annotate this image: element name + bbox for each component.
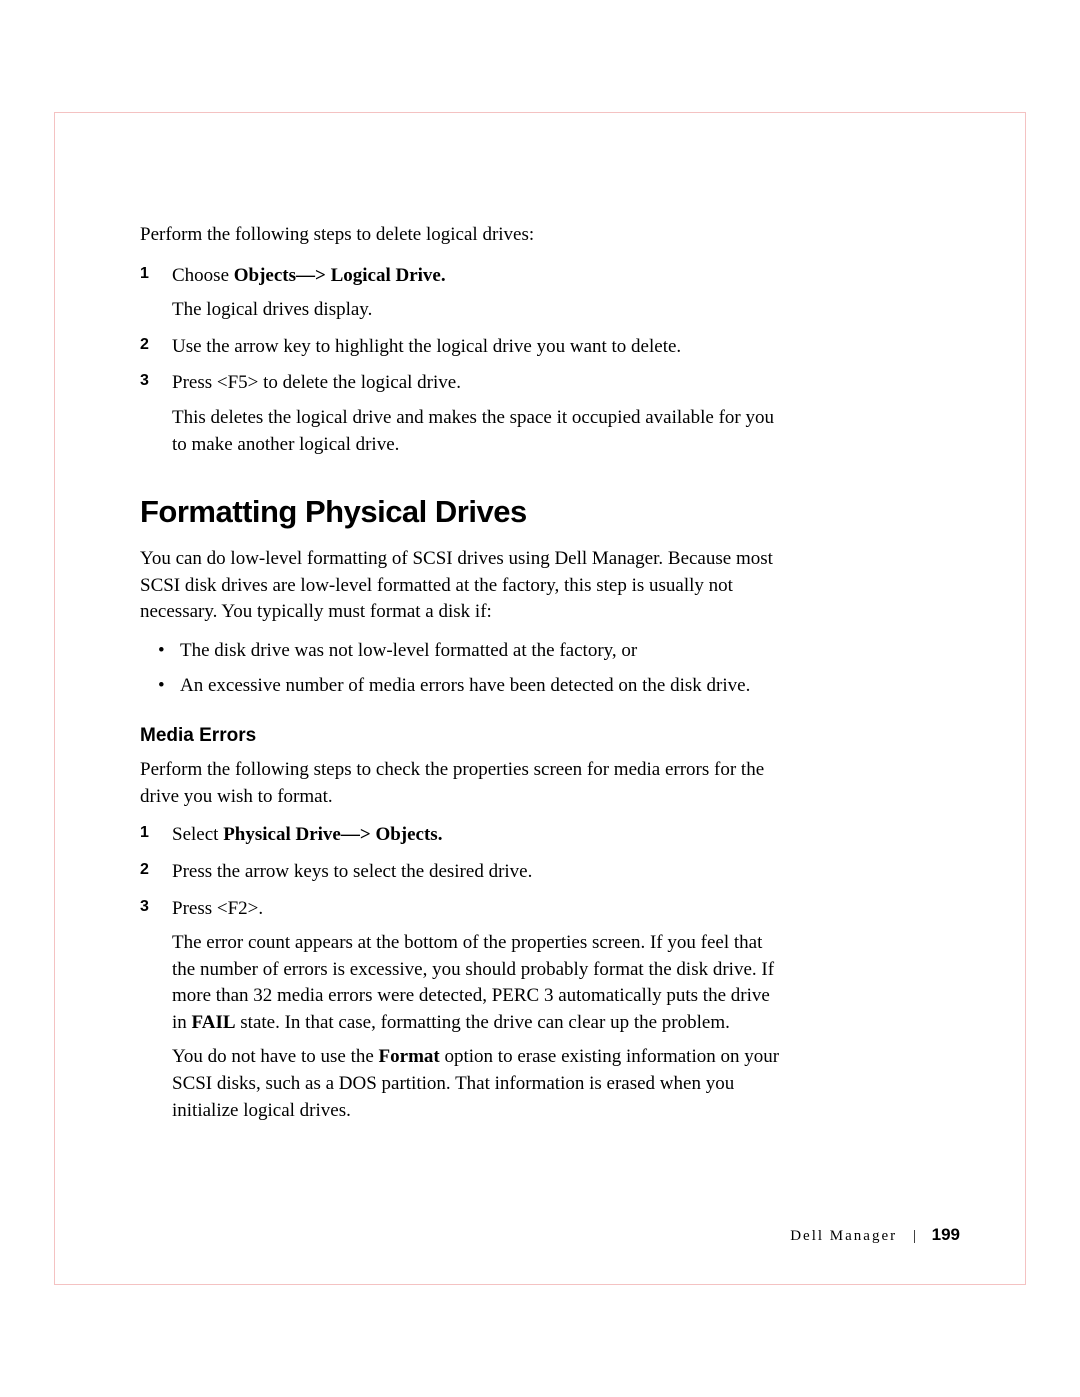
step-text: Choose Objects—> Logical Drive.	[172, 263, 780, 290]
heading-formatting-drives: Formatting Physical Drives	[140, 494, 780, 530]
text-run: state. In that case, formatting the driv…	[236, 1012, 730, 1033]
step-text: Press the arrow keys to select the desir…	[172, 859, 780, 886]
bullet-text: An excessive number of media errors have…	[180, 675, 750, 696]
heading-media-errors: Media Errors	[140, 725, 780, 747]
step-text: Use the arrow key to highlight the logic…	[172, 334, 780, 361]
bold-run: Objects—> Logical Drive.	[234, 265, 446, 286]
step-subtext: The error count appears at the bottom of…	[172, 930, 780, 1036]
step-subtext: This deletes the logical drive and makes…	[172, 405, 780, 458]
step-subtext: You do not have to use the Format option…	[172, 1044, 780, 1124]
footer-separator: |	[913, 1228, 916, 1244]
step-number: 3	[140, 898, 149, 916]
page-content: Perform the following steps to delete lo…	[140, 222, 780, 1134]
list-item: • An excessive number of media errors ha…	[180, 673, 780, 700]
body-paragraph: Perform the following steps to check the…	[140, 757, 780, 810]
bullet-icon: •	[158, 638, 165, 665]
list-item: 1 Select Physical Drive—> Objects.	[172, 822, 780, 849]
page-footer: Dell Manager | 199	[790, 1225, 960, 1245]
step-number: 2	[140, 861, 149, 879]
step-text: Press <F2>.	[172, 896, 780, 923]
footer-page-number: 199	[932, 1225, 960, 1244]
text-run: You do not have to use the	[172, 1046, 379, 1067]
bold-run: FAIL	[192, 1012, 236, 1033]
list-item: 3 Press <F5> to delete the logical drive…	[172, 370, 780, 458]
list-item: 3 Press <F2>. The error count appears at…	[172, 896, 780, 1125]
body-paragraph: You can do low-level formatting of SCSI …	[140, 546, 780, 626]
list-item: 2 Press the arrow keys to select the des…	[172, 859, 780, 886]
media-error-steps-list: 1 Select Physical Drive—> Objects. 2 Pre…	[140, 822, 780, 1124]
step-subtext: The logical drives display.	[172, 297, 780, 324]
list-item: 2 Use the arrow key to highlight the log…	[172, 334, 780, 361]
step-number: 3	[140, 372, 149, 390]
bullet-text: The disk drive was not low-level formatt…	[180, 640, 637, 661]
bullet-icon: •	[158, 673, 165, 700]
list-item: • The disk drive was not low-level forma…	[180, 638, 780, 665]
list-item: 1 Choose Objects—> Logical Drive. The lo…	[172, 263, 780, 324]
step-number: 2	[140, 336, 149, 354]
text-run: Select	[172, 824, 223, 845]
step-number: 1	[140, 265, 149, 283]
bold-run: Format	[379, 1046, 440, 1067]
bold-run: Physical Drive—> Objects.	[223, 824, 442, 845]
text-run: Choose	[172, 265, 234, 286]
step-number: 1	[140, 824, 149, 842]
step-text: Select Physical Drive—> Objects.	[172, 822, 780, 849]
intro-paragraph: Perform the following steps to delete lo…	[140, 222, 780, 249]
footer-section: Dell Manager	[790, 1228, 897, 1244]
format-conditions-list: • The disk drive was not low-level forma…	[140, 638, 780, 699]
step-text: Press <F5> to delete the logical drive.	[172, 370, 780, 397]
delete-steps-list: 1 Choose Objects—> Logical Drive. The lo…	[140, 263, 780, 459]
